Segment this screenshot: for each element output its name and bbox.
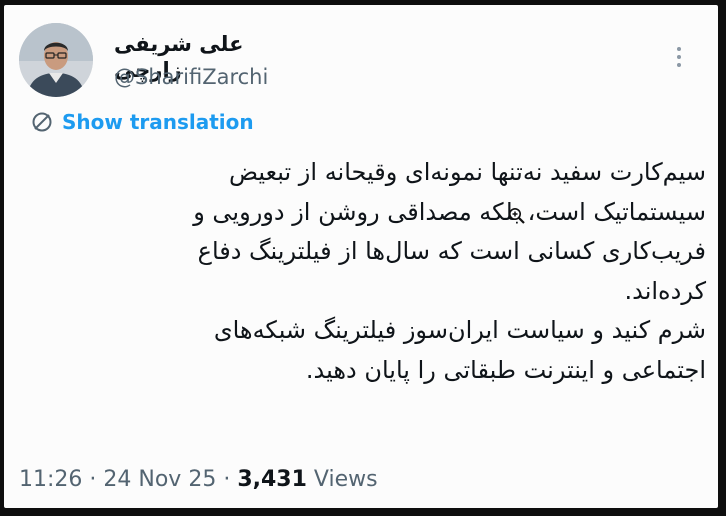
tweet-text-line: کرده‌اند.	[624, 276, 706, 305]
tweet-text-line: سیستماتیک است، بلکه مصداقی روشن از دوروی…	[193, 197, 706, 226]
tweet-meta: 11:26 · 24 Nov 25 · 3,431 Views	[19, 465, 378, 495]
more-options-icon	[677, 47, 681, 51]
show-translation-label: Show translation	[62, 110, 254, 134]
tweet-text-line: شرم کنید و سیاست ایران‌سوز فیلترینگ شبکه…	[213, 316, 706, 344]
more-options-icon-dot	[677, 55, 681, 59]
meta-separator: ·	[223, 467, 231, 492]
meta-separator: ·	[89, 467, 97, 492]
tweet-text-line: سیم‌کارت سفید نه‌تنها نمونه‌ای وقیحانه ا…	[229, 158, 706, 186]
translate-icon	[32, 112, 52, 132]
more-options-button[interactable]	[664, 39, 694, 75]
tweet-card: علی شریفی زارچی @SharifiZarchi Show tran…	[4, 5, 718, 508]
author-handle[interactable]: @SharifiZarchi	[114, 63, 268, 91]
tweet-text: سیم‌کارت سفید نه‌تنها نمونه‌ای وقیحانه ا…	[74, 153, 706, 390]
show-translation-button[interactable]: Show translation	[30, 109, 254, 135]
tweet-text-line: اجتماعی و اینترنت طبقاتی را پایان دهید.	[305, 355, 706, 384]
tweet-date[interactable]: 24 Nov 25	[103, 467, 216, 492]
zoom-in-cursor-icon	[509, 208, 525, 224]
views-label: Views	[313, 467, 378, 492]
views-count[interactable]: 3,431	[237, 467, 307, 492]
avatar[interactable]	[19, 23, 93, 97]
tweet-text-line: فریب‌کاری کسانی است که سال‌ها از فیلترین…	[197, 237, 706, 265]
tweet-time[interactable]: 11:26	[19, 467, 82, 492]
more-options-icon-dot	[677, 63, 681, 67]
